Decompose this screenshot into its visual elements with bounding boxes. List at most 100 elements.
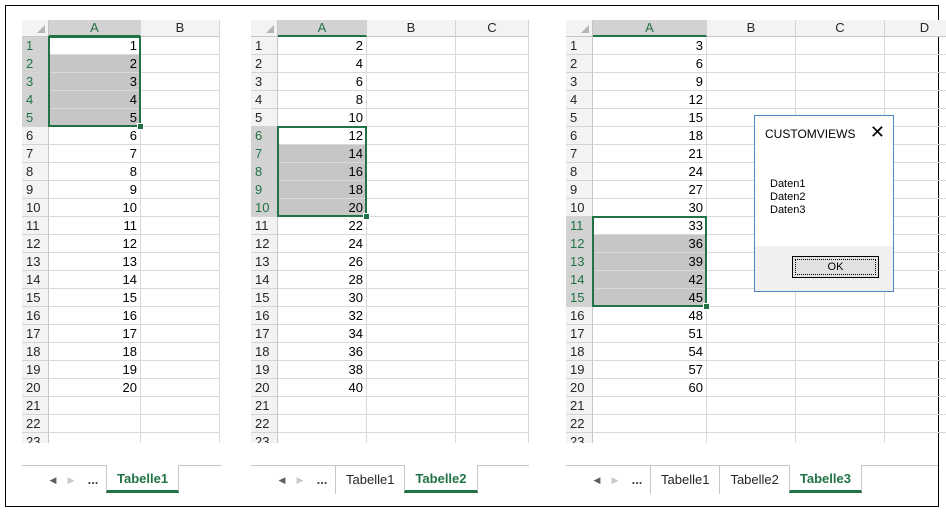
cell-c15[interactable]: [456, 289, 529, 307]
cell-b10[interactable]: [141, 199, 220, 217]
cell-c3[interactable]: [796, 73, 885, 91]
cell-d14[interactable]: [885, 271, 946, 289]
cell-a16[interactable]: 16: [49, 307, 141, 325]
cell-b3[interactable]: [707, 73, 796, 91]
cell-d20[interactable]: [885, 379, 946, 397]
cell-a18[interactable]: 36: [278, 343, 367, 361]
cell-a9[interactable]: 18: [278, 181, 367, 199]
cell-b23[interactable]: [141, 433, 220, 443]
row-header[interactable]: 4: [566, 91, 593, 109]
cell-a19[interactable]: 57: [593, 361, 707, 379]
cell-b8[interactable]: [141, 163, 220, 181]
tab-scroll-right-icon[interactable]: ▶: [291, 466, 309, 494]
cell-b18[interactable]: [367, 343, 456, 361]
cell-c5[interactable]: [456, 109, 529, 127]
cell-c9[interactable]: [456, 181, 529, 199]
cell-c11[interactable]: [456, 217, 529, 235]
column-header-b[interactable]: B: [707, 20, 796, 37]
tab-overflow-button[interactable]: ...: [80, 466, 106, 494]
row-header[interactable]: 18: [22, 343, 49, 361]
cell-b22[interactable]: [141, 415, 220, 433]
cell-c4[interactable]: [796, 91, 885, 109]
cell-a23[interactable]: [49, 433, 141, 443]
row-header[interactable]: 20: [251, 379, 278, 397]
cell-b19[interactable]: [141, 361, 220, 379]
cell-a7[interactable]: 7: [49, 145, 141, 163]
row-header[interactable]: 20: [566, 379, 593, 397]
cell-b16[interactable]: [141, 307, 220, 325]
row-header[interactable]: 4: [22, 91, 49, 109]
cell-b15[interactable]: [367, 289, 456, 307]
cell-a7[interactable]: 21: [593, 145, 707, 163]
row-header[interactable]: 17: [251, 325, 278, 343]
row-header[interactable]: 7: [22, 145, 49, 163]
cell-c19[interactable]: [796, 361, 885, 379]
cell-a14[interactable]: 42: [593, 271, 707, 289]
row-header[interactable]: 18: [566, 343, 593, 361]
cell-a14[interactable]: 28: [278, 271, 367, 289]
row-header[interactable]: 13: [22, 253, 49, 271]
tab-overflow-button[interactable]: ...: [624, 466, 650, 494]
row-header[interactable]: 18: [251, 343, 278, 361]
cell-c6[interactable]: [456, 127, 529, 145]
cell-c16[interactable]: [796, 307, 885, 325]
row-header[interactable]: 5: [22, 109, 49, 127]
column-header-b[interactable]: B: [141, 20, 220, 37]
cell-b2[interactable]: [141, 55, 220, 73]
cell-b23[interactable]: [707, 433, 796, 443]
cell-a17[interactable]: 17: [49, 325, 141, 343]
cell-b17[interactable]: [367, 325, 456, 343]
cell-b20[interactable]: [141, 379, 220, 397]
cell-b19[interactable]: [707, 361, 796, 379]
cell-c17[interactable]: [796, 325, 885, 343]
cell-b22[interactable]: [707, 415, 796, 433]
cell-a4[interactable]: 12: [593, 91, 707, 109]
cell-b2[interactable]: [707, 55, 796, 73]
cell-d21[interactable]: [885, 397, 946, 415]
cell-c2[interactable]: [796, 55, 885, 73]
cell-a1[interactable]: 1: [49, 37, 141, 55]
cell-a10[interactable]: 10: [49, 199, 141, 217]
cell-b5[interactable]: [367, 109, 456, 127]
cell-c21[interactable]: [456, 397, 529, 415]
cell-c23[interactable]: [456, 433, 529, 443]
cell-b6[interactable]: [141, 127, 220, 145]
cell-b1[interactable]: [367, 37, 456, 55]
cell-d16[interactable]: [885, 307, 946, 325]
cell-a9[interactable]: 27: [593, 181, 707, 199]
tab-scroll-right-icon[interactable]: ▶: [606, 466, 624, 494]
cell-c3[interactable]: [456, 73, 529, 91]
row-header[interactable]: 2: [251, 55, 278, 73]
column-header-b[interactable]: B: [367, 20, 456, 37]
cell-b3[interactable]: [367, 73, 456, 91]
cell-b4[interactable]: [707, 91, 796, 109]
cell-d12[interactable]: [885, 235, 946, 253]
row-header[interactable]: 17: [566, 325, 593, 343]
cell-b9[interactable]: [141, 181, 220, 199]
cell-d5[interactable]: [885, 109, 946, 127]
cell-b21[interactable]: [707, 397, 796, 415]
cell-c20[interactable]: [456, 379, 529, 397]
cell-c19[interactable]: [456, 361, 529, 379]
cell-a20[interactable]: 60: [593, 379, 707, 397]
cell-d8[interactable]: [885, 163, 946, 181]
cell-a6[interactable]: 12: [278, 127, 367, 145]
row-header[interactable]: 22: [251, 415, 278, 433]
cell-c23[interactable]: [796, 433, 885, 443]
cell-a13[interactable]: 39: [593, 253, 707, 271]
row-header[interactable]: 21: [251, 397, 278, 415]
cell-b11[interactable]: [141, 217, 220, 235]
cell-a8[interactable]: 8: [49, 163, 141, 181]
cell-b13[interactable]: [141, 253, 220, 271]
cell-a21[interactable]: [278, 397, 367, 415]
cell-a16[interactable]: 48: [593, 307, 707, 325]
row-header[interactable]: 21: [566, 397, 593, 415]
row-header[interactable]: 15: [566, 289, 593, 307]
row-header[interactable]: 22: [22, 415, 49, 433]
tab-scroll-right-icon[interactable]: ▶: [62, 466, 80, 494]
cell-c1[interactable]: [796, 37, 885, 55]
cell-a20[interactable]: 20: [49, 379, 141, 397]
cell-d6[interactable]: [885, 127, 946, 145]
cell-b1[interactable]: [707, 37, 796, 55]
row-header[interactable]: 8: [22, 163, 49, 181]
